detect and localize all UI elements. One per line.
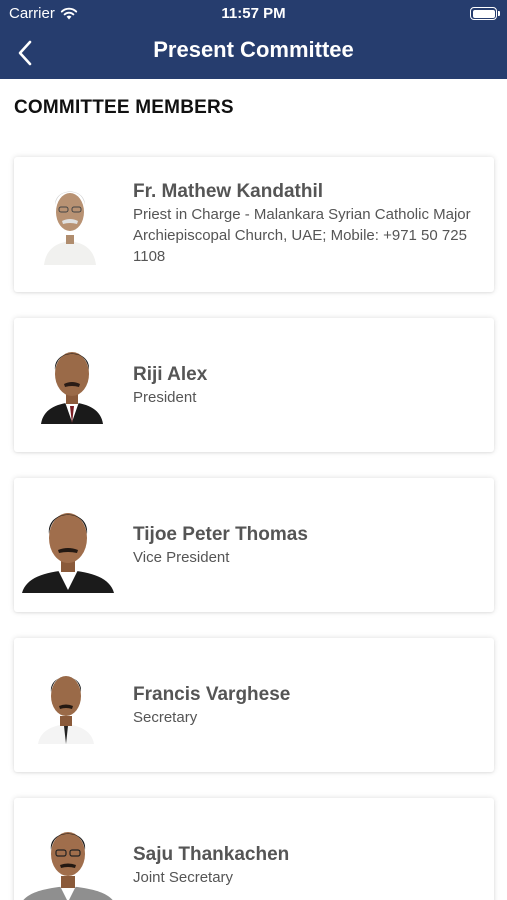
member-photo xyxy=(41,352,103,424)
member-role: Joint Secretary xyxy=(133,869,234,886)
battery-icon xyxy=(470,7,500,20)
member-name: Riji Alex xyxy=(133,364,208,385)
section-heading: COMMITTEE MEMBERS xyxy=(14,97,234,118)
member-info: Tijoe Peter Thomas Vice President xyxy=(133,523,484,568)
member-info: Riji Alex President xyxy=(133,363,484,408)
member-card[interactable]: Tijoe Peter Thomas Vice President xyxy=(14,478,494,612)
page-title: Present Committee xyxy=(153,37,354,62)
member-photo xyxy=(44,191,96,265)
member-photo xyxy=(22,513,114,593)
member-info: Fr. Mathew Kandathil Priest in Charge - … xyxy=(133,180,484,267)
member-name: Francis Varghese xyxy=(133,684,291,705)
member-name: Saju Thankachen xyxy=(133,844,290,865)
member-role: Vice President xyxy=(133,549,230,566)
member-photo xyxy=(23,832,113,900)
member-name: Fr. Mathew Kandathil xyxy=(133,181,324,202)
status-time: 11:57 PM xyxy=(221,5,286,22)
status-bar: Carrier 11:57 PM xyxy=(0,0,507,28)
member-card[interactable]: Saju Thankachen Joint Secretary xyxy=(14,798,494,900)
member-name: Tijoe Peter Thomas xyxy=(133,524,308,545)
member-role: President xyxy=(133,389,197,406)
member-role: Secretary xyxy=(133,709,198,726)
member-role: Priest in Charge - Malankara Syrian Cath… xyxy=(133,206,471,265)
member-photo xyxy=(38,676,94,744)
member-card[interactable]: Francis Varghese Secretary xyxy=(14,638,494,772)
navigation-bar: Carrier 11:57 PM Present Committee xyxy=(0,0,507,79)
member-card[interactable]: Fr. Mathew Kandathil Priest in Charge - … xyxy=(14,157,494,292)
member-info: Francis Varghese Secretary xyxy=(133,683,484,728)
member-info: Saju Thankachen Joint Secretary xyxy=(133,843,484,888)
member-card[interactable]: Riji Alex President xyxy=(14,318,494,452)
